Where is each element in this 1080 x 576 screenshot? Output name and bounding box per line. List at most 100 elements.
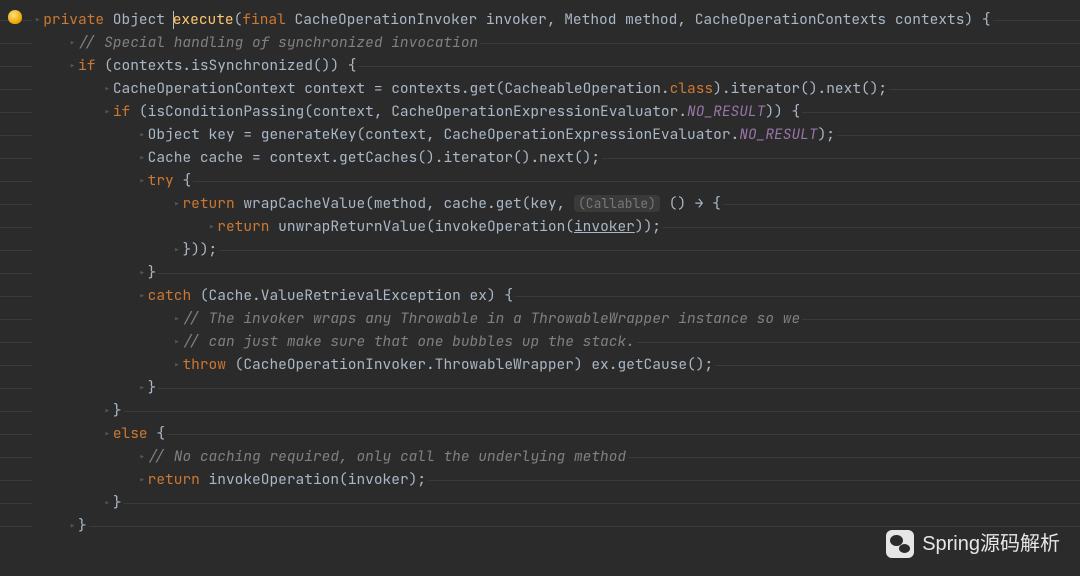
code-line[interactable]: ▸} [0,399,1080,422]
token-plain: )) { [765,102,800,121]
code-line[interactable]: ▸} [0,376,1080,399]
token-kw: final [242,10,286,29]
token-kw: return [148,470,200,489]
code-line[interactable]: ▸return wrapCacheValue(method, cache.get… [0,192,1080,215]
token-plain: CacheOperationInvoker invoker, Method me… [286,10,991,29]
fold-arrow-icon: ▸ [104,104,113,120]
token-static: NO_RESULT [739,125,817,144]
token-plain: () → { [660,194,721,213]
token-plain: } [78,516,87,535]
code-line[interactable]: ▸if (isConditionPassing(context, CacheOp… [0,100,1080,123]
token-kw: throw [182,355,226,374]
code-line[interactable]: ▸// The invoker wraps any Throwable in a… [0,307,1080,330]
code-content: ▸} [32,399,124,423]
code-line[interactable]: ▸} [0,261,1080,284]
token-plain: (CacheOperationInvoker.ThrowableWrapper)… [226,355,713,374]
line-guide [0,388,1080,389]
line-guide [0,273,1080,274]
token-kw: return [182,194,234,213]
fold-arrow-icon: ▸ [104,81,113,97]
code-line[interactable]: ▸if (contexts.isSynchronized()) { [0,54,1080,77]
fold-arrow-icon: ▸ [138,472,147,488]
token-plain: } [113,401,122,420]
token-plain: invokeOperation(invoker); [200,470,426,489]
token-plain: } [148,263,157,282]
code-content: ▸else { [32,422,167,446]
code-line[interactable]: ▸CacheOperationContext context = context… [0,77,1080,100]
code-content: ▸CacheOperationContext context = context… [32,77,889,101]
code-content: ▸return invokeOperation(invoker); [32,468,428,492]
code-line[interactable]: ▸Cache cache = context.getCaches().itera… [0,146,1080,169]
watermark: Spring源码解析 [886,530,1060,558]
code-content: ▸catch (Cache.ValueRetrievalException ex… [32,284,515,308]
fold-arrow-icon: ▸ [138,449,147,465]
fold-arrow-icon: ▸ [69,35,78,51]
code-content: ▸try { [32,169,193,193]
token-kw: class [670,79,714,98]
code-content: ▸} [32,491,124,515]
code-line[interactable]: ▸else { [0,422,1080,445]
line-guide [0,526,1080,527]
token-plain: { [174,171,191,190]
code-line[interactable]: ▸// No caching required, only call the u… [0,445,1080,468]
fold-arrow-icon: ▸ [208,219,217,235]
token-static: NO_RESULT [687,102,765,121]
code-content: ▸Cache cache = context.getCaches().itera… [32,146,602,170]
token-plain: { [148,424,165,443]
code-line[interactable]: ▸})); [0,238,1080,261]
token-kw: return [217,217,269,236]
line-guide [0,503,1080,504]
watermark-text: Spring源码解析 [922,533,1060,556]
code-content: ▸// The invoker wraps any Throwable in a… [32,307,802,331]
token-plain: Object [104,10,174,29]
token-plain: } [113,493,122,512]
token-plain: ); [818,125,835,144]
code-line[interactable]: ▸catch (Cache.ValueRetrievalException ex… [0,284,1080,307]
fold-arrow-icon: ▸ [138,150,147,166]
fold-arrow-icon: ▸ [138,380,147,396]
code-editor[interactable]: ▸private Object execute(final CacheOpera… [0,0,1080,537]
code-line[interactable]: ▸return invokeOperation(invoker); [0,468,1080,491]
code-content: ▸private Object execute(final CacheOpera… [32,8,993,32]
token-param-hint: (Callable) [574,195,660,212]
token-plain: Cache cache = context.getCaches().iterat… [148,148,600,167]
code-content: ▸if (contexts.isSynchronized()) { [32,54,358,78]
token-plain: })); [182,240,217,259]
code-content: ▸// can just make sure that one bubbles … [32,330,637,354]
token-plain: wrapCacheValue(method, cache.get(key, [235,194,574,213]
code-line[interactable]: ▸// Special handling of synchronized inv… [0,31,1080,54]
token-plain: unwrapReturnValue(invokeOperation( [269,217,574,236]
code-content: ▸} [32,261,158,285]
token-kw: if [113,102,130,121]
token-plain: )); [635,217,661,236]
token-plain: } [148,378,157,397]
code-line[interactable]: ▸Object key = generateKey(context, Cache… [0,123,1080,146]
code-line[interactable]: ▸} [0,491,1080,514]
token-cmt: // The invoker wraps any Throwable in a … [182,309,800,328]
code-line[interactable]: ▸throw (CacheOperationInvoker.ThrowableW… [0,353,1080,376]
intention-bulb-icon[interactable] [8,10,22,24]
code-content: ▸})); [32,238,219,262]
code-content: ▸return unwrapReturnValue(invokeOperatio… [32,215,663,239]
code-content: ▸Object key = generateKey(context, Cache… [32,123,837,147]
fold-arrow-icon: ▸ [138,173,147,189]
code-content: ▸// No caching required, only call the u… [32,445,628,469]
code-line[interactable]: ▸return unwrapReturnValue(invokeOperatio… [0,215,1080,238]
fold-arrow-icon: ▸ [69,58,78,74]
code-line[interactable]: ▸private Object execute(final CacheOpera… [0,8,1080,31]
fold-arrow-icon: ▸ [138,288,147,304]
code-content: ▸if (isConditionPassing(context, CacheOp… [32,100,802,124]
token-plain: Object key = generateKey(context, CacheO… [148,125,740,144]
code-content: ▸// Special handling of synchronized inv… [32,31,480,55]
fold-arrow-icon: ▸ [138,265,147,281]
fold-arrow-icon: ▸ [104,403,113,419]
token-kw: if [78,56,95,75]
token-method: execute [173,10,234,29]
token-kw: catch [148,286,192,305]
code-line[interactable]: ▸try { [0,169,1080,192]
token-plain: CacheOperationContext context = contexts… [113,79,670,98]
code-content: ▸} [32,376,158,400]
token-cmt: // No caching required, only call the un… [148,447,627,466]
token-kw: try [148,171,174,190]
code-line[interactable]: ▸// can just make sure that one bubbles … [0,330,1080,353]
